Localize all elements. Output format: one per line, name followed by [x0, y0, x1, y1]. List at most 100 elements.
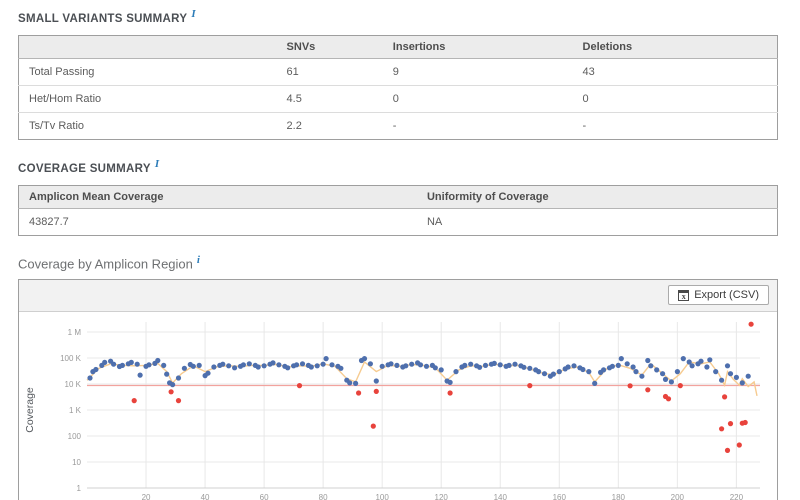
- failing-amplicon-point[interactable]: [527, 383, 532, 388]
- failing-amplicon-point[interactable]: [356, 390, 361, 395]
- passing-amplicon-point[interactable]: [645, 358, 650, 363]
- failing-amplicon-point[interactable]: [728, 421, 733, 426]
- passing-amplicon-point[interactable]: [625, 361, 630, 366]
- passing-amplicon-point[interactable]: [740, 380, 745, 385]
- passing-amplicon-point[interactable]: [601, 367, 606, 372]
- passing-amplicon-point[interactable]: [571, 363, 576, 368]
- passing-amplicon-point[interactable]: [176, 375, 181, 380]
- passing-amplicon-point[interactable]: [120, 363, 125, 368]
- passing-amplicon-point[interactable]: [155, 358, 160, 363]
- passing-amplicon-point[interactable]: [285, 365, 290, 370]
- info-icon[interactable]: i: [197, 254, 200, 266]
- passing-amplicon-point[interactable]: [309, 364, 314, 369]
- passing-amplicon-point[interactable]: [725, 363, 730, 368]
- passing-amplicon-point[interactable]: [220, 362, 225, 367]
- export-csv-button[interactable]: x Export (CSV): [668, 285, 769, 305]
- passing-amplicon-point[interactable]: [631, 364, 636, 369]
- passing-amplicon-point[interactable]: [507, 363, 512, 368]
- passing-amplicon-point[interactable]: [111, 362, 116, 367]
- passing-amplicon-point[interactable]: [477, 365, 482, 370]
- failing-amplicon-point[interactable]: [645, 387, 650, 392]
- passing-amplicon-point[interactable]: [324, 356, 329, 361]
- passing-amplicon-point[interactable]: [182, 366, 187, 371]
- passing-amplicon-point[interactable]: [681, 356, 686, 361]
- passing-amplicon-point[interactable]: [542, 371, 547, 376]
- passing-amplicon-point[interactable]: [270, 360, 275, 365]
- passing-amplicon-point[interactable]: [170, 382, 175, 387]
- passing-amplicon-point[interactable]: [300, 361, 305, 366]
- failing-amplicon-point[interactable]: [749, 322, 754, 327]
- failing-amplicon-point[interactable]: [743, 420, 748, 425]
- passing-amplicon-point[interactable]: [704, 364, 709, 369]
- passing-amplicon-point[interactable]: [93, 367, 98, 372]
- passing-amplicon-point[interactable]: [256, 364, 261, 369]
- passing-amplicon-point[interactable]: [129, 360, 134, 365]
- passing-amplicon-point[interactable]: [362, 356, 367, 361]
- failing-amplicon-point[interactable]: [371, 423, 376, 428]
- passing-amplicon-point[interactable]: [138, 372, 143, 377]
- passing-amplicon-point[interactable]: [102, 360, 107, 365]
- passing-amplicon-point[interactable]: [241, 362, 246, 367]
- passing-amplicon-point[interactable]: [580, 367, 585, 372]
- failing-amplicon-point[interactable]: [737, 442, 742, 447]
- passing-amplicon-point[interactable]: [746, 374, 751, 379]
- passing-amplicon-point[interactable]: [619, 356, 624, 361]
- passing-amplicon-point[interactable]: [690, 363, 695, 368]
- passing-amplicon-point[interactable]: [374, 378, 379, 383]
- failing-amplicon-point[interactable]: [722, 394, 727, 399]
- failing-amplicon-point[interactable]: [666, 396, 671, 401]
- passing-amplicon-point[interactable]: [191, 364, 196, 369]
- passing-amplicon-point[interactable]: [276, 362, 281, 367]
- passing-amplicon-point[interactable]: [232, 365, 237, 370]
- passing-amplicon-point[interactable]: [439, 367, 444, 372]
- passing-amplicon-point[interactable]: [338, 366, 343, 371]
- passing-amplicon-point[interactable]: [135, 362, 140, 367]
- passing-amplicon-point[interactable]: [551, 371, 556, 376]
- failing-amplicon-point[interactable]: [374, 389, 379, 394]
- passing-amplicon-point[interactable]: [536, 369, 541, 374]
- passing-amplicon-point[interactable]: [521, 365, 526, 370]
- failing-amplicon-point[interactable]: [628, 383, 633, 388]
- passing-amplicon-point[interactable]: [197, 363, 202, 368]
- passing-amplicon-point[interactable]: [654, 367, 659, 372]
- passing-amplicon-point[interactable]: [492, 361, 497, 366]
- passing-amplicon-point[interactable]: [610, 364, 615, 369]
- passing-amplicon-point[interactable]: [669, 379, 674, 384]
- passing-amplicon-point[interactable]: [247, 361, 252, 366]
- failing-amplicon-point[interactable]: [169, 389, 174, 394]
- passing-amplicon-point[interactable]: [663, 377, 668, 382]
- passing-amplicon-point[interactable]: [633, 369, 638, 374]
- coverage-scatter-plot[interactable]: 204060801001201401601802002201 M100 K10 …: [19, 312, 777, 500]
- passing-amplicon-point[interactable]: [453, 369, 458, 374]
- passing-amplicon-point[interactable]: [557, 369, 562, 374]
- passing-amplicon-point[interactable]: [321, 362, 326, 367]
- passing-amplicon-point[interactable]: [498, 362, 503, 367]
- passing-amplicon-point[interactable]: [462, 363, 467, 368]
- failing-amplicon-point[interactable]: [132, 398, 137, 403]
- passing-amplicon-point[interactable]: [512, 362, 517, 367]
- failing-amplicon-point[interactable]: [719, 426, 724, 431]
- passing-amplicon-point[interactable]: [483, 363, 488, 368]
- passing-amplicon-point[interactable]: [424, 364, 429, 369]
- passing-amplicon-point[interactable]: [87, 375, 92, 380]
- passing-amplicon-point[interactable]: [433, 365, 438, 370]
- passing-amplicon-point[interactable]: [226, 363, 231, 368]
- info-icon[interactable]: i: [155, 158, 160, 170]
- passing-amplicon-point[interactable]: [409, 362, 414, 367]
- passing-amplicon-point[interactable]: [698, 359, 703, 364]
- info-icon[interactable]: i: [191, 8, 196, 20]
- passing-amplicon-point[interactable]: [586, 369, 591, 374]
- passing-amplicon-point[interactable]: [403, 363, 408, 368]
- passing-amplicon-point[interactable]: [315, 363, 320, 368]
- passing-amplicon-point[interactable]: [592, 381, 597, 386]
- failing-amplicon-point[interactable]: [297, 383, 302, 388]
- passing-amplicon-point[interactable]: [448, 380, 453, 385]
- passing-amplicon-point[interactable]: [418, 362, 423, 367]
- passing-amplicon-point[interactable]: [211, 364, 216, 369]
- passing-amplicon-point[interactable]: [639, 374, 644, 379]
- passing-amplicon-point[interactable]: [262, 363, 267, 368]
- failing-amplicon-point[interactable]: [448, 390, 453, 395]
- passing-amplicon-point[interactable]: [380, 364, 385, 369]
- passing-amplicon-point[interactable]: [161, 363, 166, 368]
- passing-amplicon-point[interactable]: [707, 357, 712, 362]
